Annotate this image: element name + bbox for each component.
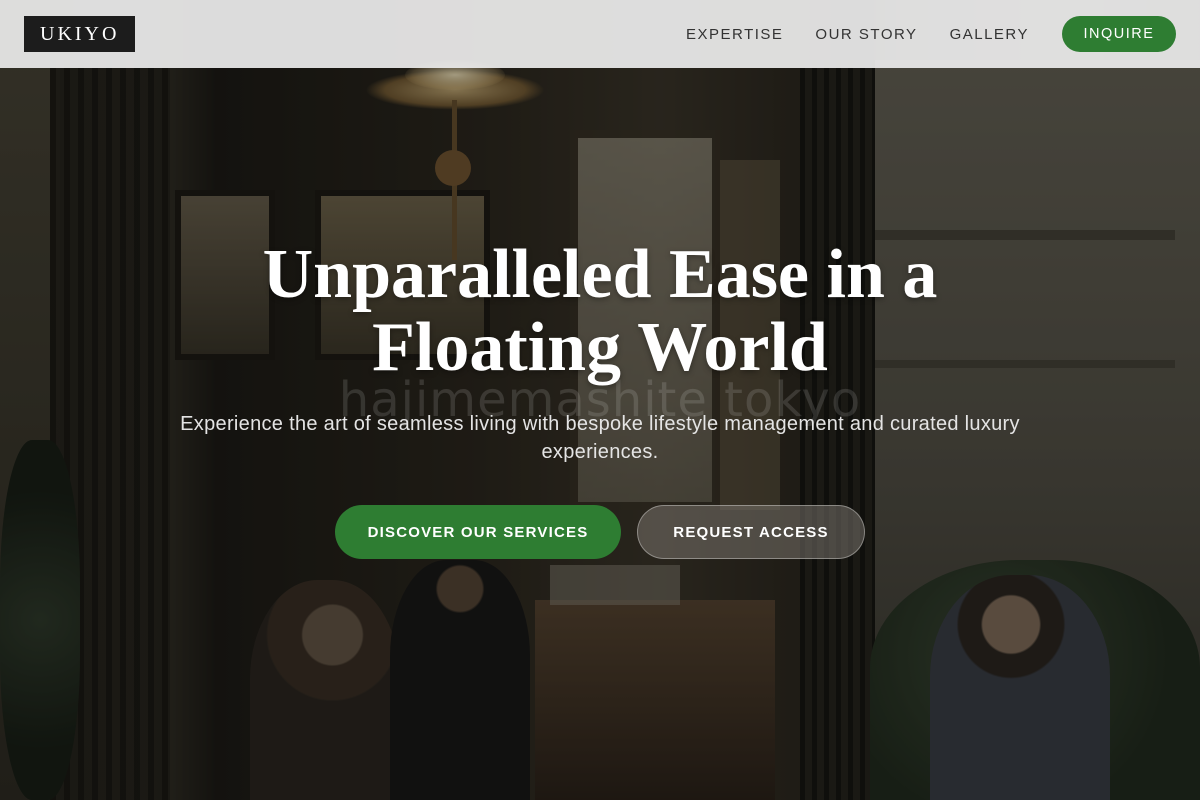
ukiyo-logo[interactable]: UKIYO: [24, 16, 136, 52]
nav-link-gallery[interactable]: GALLERY: [950, 26, 1029, 43]
nav-link-our-story[interactable]: OUR STORY: [815, 26, 917, 43]
request-access-button[interactable]: REQUEST ACCESS: [637, 505, 865, 559]
inquire-button[interactable]: INQUIRE: [1062, 16, 1176, 52]
hero-subtitle: Experience the art of seamless living wi…: [180, 413, 1020, 463]
hero-title: Unparalleled Ease in a Floating World: [0, 238, 1200, 384]
hero-button-group: DISCOVER OUR SERVICES REQUEST ACCESS: [335, 505, 865, 559]
discover-services-button[interactable]: DISCOVER OUR SERVICES: [335, 505, 621, 559]
hero-title-line-2: Floating World: [372, 309, 828, 386]
hero-background-image: hajimemashite tokyo: [0, 0, 1200, 800]
top-navigation-bar: UKIYO EXPERTISE OUR STORY GALLERY INQUIR…: [0, 0, 1200, 68]
nav-link-expertise[interactable]: EXPERTISE: [686, 26, 783, 43]
hero-title-line-1: Unparalleled Ease in a: [262, 236, 938, 313]
nav-links: EXPERTISE OUR STORY GALLERY: [686, 26, 1029, 43]
